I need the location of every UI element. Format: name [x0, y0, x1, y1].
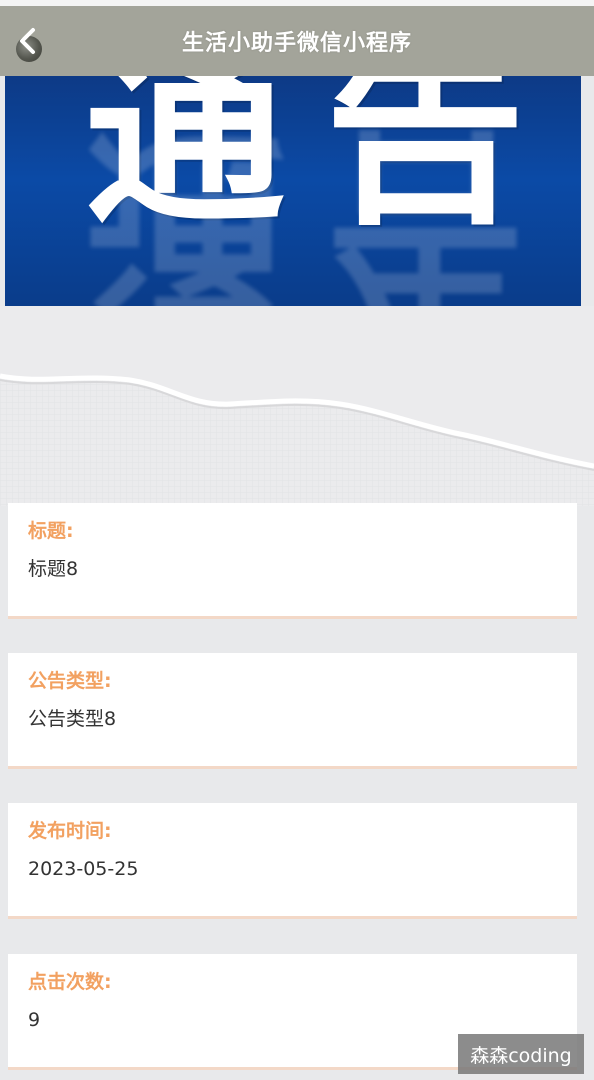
title-card: 标题: 标题8: [8, 503, 577, 619]
publish-time-card: 发布时间: 2023-05-25: [8, 803, 577, 919]
banner-text-reflection: 通告: [85, 103, 566, 306]
back-button[interactable]: [6, 16, 50, 66]
notice-detail-page: 生活小助手微信小程序 通告 通告 标题: 标题8 公告类型: 公告类型8 发布时…: [0, 0, 594, 1080]
page-title: 生活小助手微信小程序: [181, 31, 412, 56]
notice-banner-image: 通告 通告: [5, 76, 581, 306]
navbar: 生活小助手微信小程序: [0, 6, 594, 76]
publish-time-value: 2023-05-25: [28, 858, 139, 880]
notice-type-label: 公告类型:: [28, 670, 112, 692]
watermark: 森森coding: [458, 1034, 584, 1074]
decorative-wave: [0, 306, 594, 506]
notice-type-card: 公告类型: 公告类型8: [8, 653, 577, 769]
click-count-label: 点击次数:: [28, 971, 112, 993]
back-arrow-icon: [20, 28, 35, 54]
publish-time-label: 发布时间:: [28, 820, 112, 842]
title-label: 标题:: [28, 520, 74, 542]
notice-type-value: 公告类型8: [28, 708, 117, 730]
title-value: 标题8: [28, 558, 79, 580]
click-count-value: 9: [28, 1009, 41, 1031]
